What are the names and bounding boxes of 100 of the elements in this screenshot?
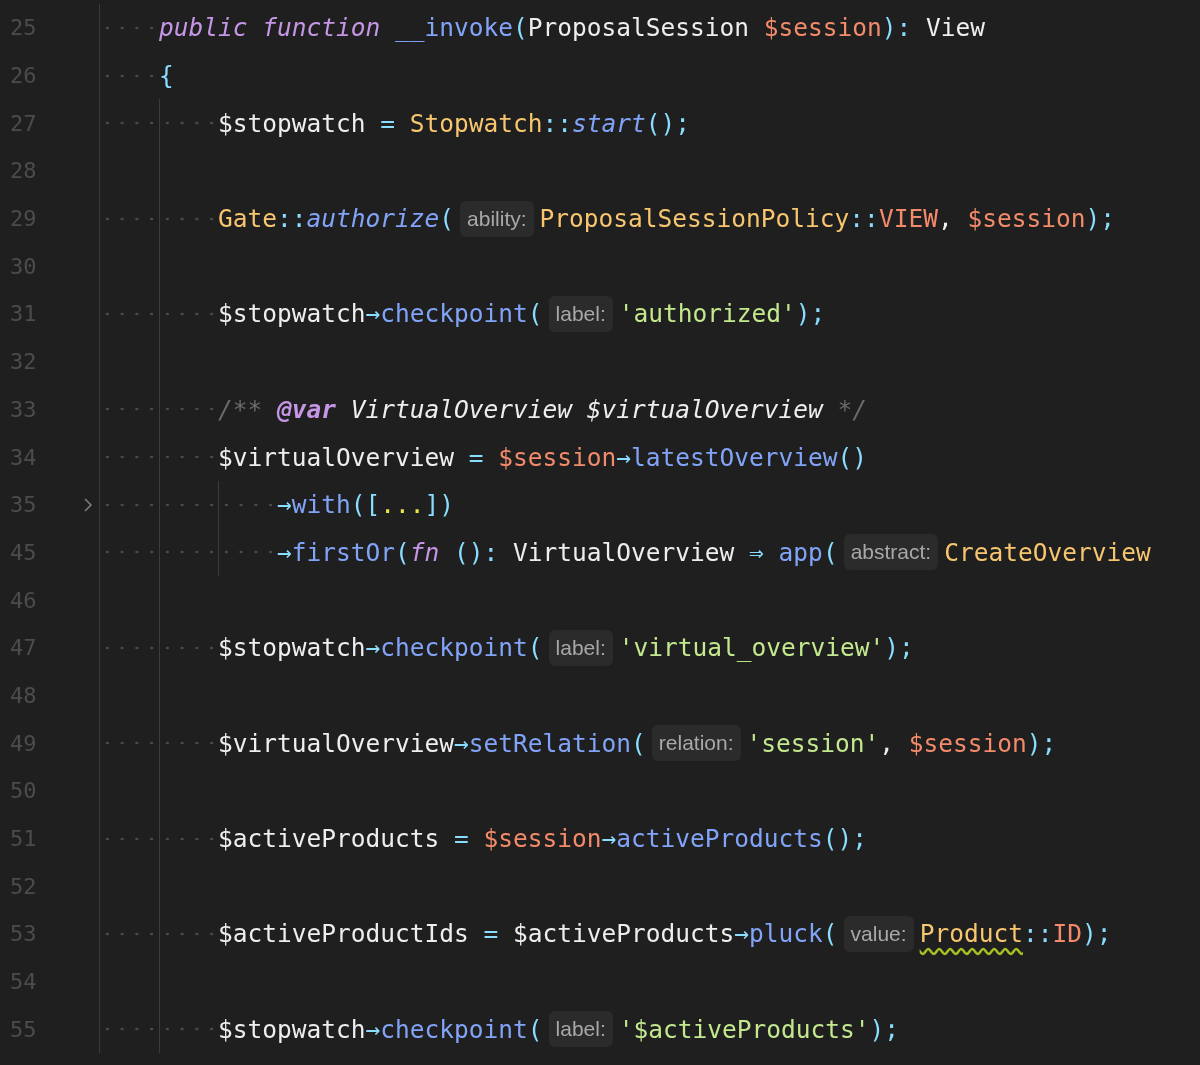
code-text: View xyxy=(926,13,986,43)
punctuation: ): xyxy=(881,13,913,43)
punctuation: ); xyxy=(795,299,826,329)
string-literal: 'session' xyxy=(746,728,880,758)
string-literal: 'authorized' xyxy=(618,299,796,329)
punctuation: ( xyxy=(395,537,410,567)
parameter-hint: ability: xyxy=(460,200,534,237)
code-text: ProposalSession xyxy=(527,13,751,43)
method-name: checkpoint xyxy=(380,1014,528,1044)
punctuation: () xyxy=(837,442,868,472)
punctuation: :: xyxy=(1022,919,1053,949)
punctuation: :: xyxy=(849,204,879,234)
punctuation: → xyxy=(365,299,381,329)
class-name: CreateOverview xyxy=(944,537,1151,567)
punctuation: ( xyxy=(822,919,838,949)
punctuation: :: xyxy=(542,108,573,138)
method-name: authorize xyxy=(306,204,440,234)
variable-name: $session xyxy=(498,442,617,472)
punctuation: (); xyxy=(645,108,691,138)
variable-name: $session xyxy=(908,728,1027,758)
parameter-hint: label: xyxy=(548,629,613,666)
method-name: with xyxy=(291,490,351,520)
code-text: $activeProductIds xyxy=(218,919,469,949)
method-name: latestOverview xyxy=(631,442,838,472)
punctuation: → xyxy=(277,490,292,520)
punctuation: ( xyxy=(631,728,646,758)
parameter-hint: abstract: xyxy=(843,534,939,571)
variable-name: $session xyxy=(967,204,1086,234)
method-name: app xyxy=(778,537,823,567)
parameter-hint: value: xyxy=(843,915,914,952)
code-text: $activeProducts xyxy=(218,824,440,854)
punctuation: (); xyxy=(822,824,868,854)
punctuation: ( xyxy=(439,204,455,234)
code-text: $virtualOverview xyxy=(218,442,454,472)
punctuation: ([ xyxy=(350,490,381,520)
punctuation: → xyxy=(454,728,469,758)
method-name: checkpoint xyxy=(380,299,528,329)
keyword: function xyxy=(262,13,382,43)
comment-text: /** xyxy=(218,394,264,424)
method-name: setRelation xyxy=(468,728,632,758)
punctuation: ( xyxy=(822,537,838,567)
comment-text: */ xyxy=(837,394,868,424)
constant-name: VIEW xyxy=(878,204,938,234)
class-name: ProposalSessionPolicy xyxy=(539,204,850,234)
punctuation: ); xyxy=(869,1014,900,1044)
parameter-hint: label: xyxy=(548,1011,613,1048)
doc-tag: @var xyxy=(277,394,337,424)
folded-ellipsis: ... xyxy=(380,490,425,520)
code-text: , xyxy=(879,728,896,758)
punctuation: ( xyxy=(527,1014,543,1044)
string-literal: 'virtual_overview' xyxy=(618,633,885,663)
punctuation: → xyxy=(734,919,750,949)
comment-text: VirtualOverview $virtualOverview xyxy=(349,394,825,424)
punctuation: → xyxy=(616,442,632,472)
code-text: $stopwatch xyxy=(218,108,366,138)
class-name: Gate xyxy=(218,204,277,234)
parameter-hint: relation: xyxy=(651,725,741,762)
method-name: __invoke xyxy=(395,13,514,43)
punctuation: = xyxy=(379,108,397,138)
variable-name: $session xyxy=(483,824,602,854)
punctuation: = xyxy=(453,824,470,854)
punctuation: → xyxy=(601,824,617,854)
code-text: $stopwatch xyxy=(218,1014,366,1044)
punctuation: → xyxy=(365,633,381,663)
keyword: public xyxy=(159,13,249,43)
parameter-hint: label: xyxy=(548,295,613,332)
punctuation: :: xyxy=(277,204,307,234)
variable-name: $session xyxy=(763,13,882,43)
method-name: pluck xyxy=(749,919,823,949)
punctuation: ⇒ xyxy=(748,537,765,567)
code-text: VirtualOverview xyxy=(513,537,735,567)
string-literal: '$activeProducts' xyxy=(618,1014,870,1044)
code-text: $virtualOverview xyxy=(218,728,454,758)
punctuation: ( xyxy=(513,13,528,43)
punctuation: → xyxy=(277,537,292,567)
punctuation: { xyxy=(159,61,174,91)
punctuation: → xyxy=(365,1014,381,1044)
code-text: , xyxy=(937,204,954,234)
method-name: activeProducts xyxy=(616,824,823,854)
punctuation: ); xyxy=(884,633,914,663)
code-text: $stopwatch xyxy=(218,299,366,329)
method-name: checkpoint xyxy=(380,633,528,663)
constant-name: ID xyxy=(1052,919,1082,949)
punctuation: = xyxy=(482,919,500,949)
class-name: Stopwatch xyxy=(409,108,543,138)
warning-underlined-class-name: Product xyxy=(919,919,1023,949)
code-text: $stopwatch xyxy=(218,633,366,663)
punctuation: ); xyxy=(1081,919,1112,949)
punctuation: ( xyxy=(527,299,543,329)
punctuation: = xyxy=(467,442,485,472)
punctuation: ( xyxy=(527,633,543,663)
chevron-right-icon[interactable] xyxy=(83,496,93,513)
keyword: fn xyxy=(409,537,440,567)
method-name: firstOr xyxy=(291,537,396,567)
method-name: start xyxy=(572,108,646,138)
code-text: $activeProducts xyxy=(513,919,735,949)
punctuation: (): xyxy=(453,537,500,567)
punctuation: ); xyxy=(1085,204,1115,234)
punctuation: ); xyxy=(1026,728,1057,758)
punctuation: ]) xyxy=(424,490,455,520)
